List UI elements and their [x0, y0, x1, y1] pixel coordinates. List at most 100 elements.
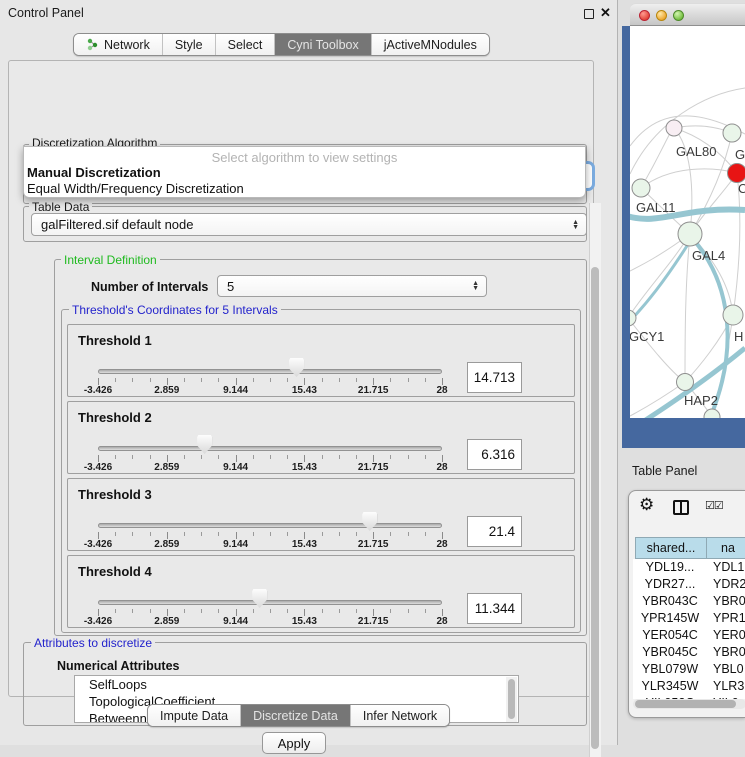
table-row[interactable]: YBR043CYBR0 — [633, 593, 745, 610]
zoom-traffic-light-icon[interactable] — [673, 10, 684, 21]
threshold-2-value-field[interactable]: 6.316 — [467, 439, 522, 470]
cell-shared-name[interactable]: YBL079W — [633, 661, 707, 678]
column-header-shared-name[interactable]: shared... — [635, 537, 707, 559]
slider-tick — [390, 455, 391, 459]
slider-tick — [408, 455, 409, 459]
tab-label: Network — [104, 38, 150, 52]
table-row[interactable]: YPR145WYPR1 — [633, 610, 745, 627]
tab-impute-data[interactable]: Impute Data — [148, 705, 241, 726]
slider-tick — [236, 609, 237, 616]
table-row[interactable]: YBR045CYBR0 — [633, 644, 745, 661]
slider-tick — [150, 378, 151, 382]
tab-label: jActiveMNodules — [384, 38, 477, 52]
slider-tick — [98, 455, 99, 462]
column-header-name[interactable]: na — [706, 537, 745, 559]
label-partial-top: GA — [735, 147, 745, 162]
slider-tick — [356, 532, 357, 536]
tab-style[interactable]: Style — [163, 34, 216, 55]
slider-tick — [184, 609, 185, 613]
threshold-4-value-field[interactable]: 11.344 — [467, 593, 522, 624]
control-panel-titlebar: Control Panel ✕ — [0, 0, 618, 26]
slider-tick — [150, 609, 151, 613]
threshold-3-value-field[interactable]: 21.4 — [467, 516, 522, 547]
close-traffic-light-icon[interactable] — [639, 10, 650, 21]
cell-name[interactable]: YER0 — [707, 627, 745, 644]
slider-tick — [287, 532, 288, 536]
list-scrollbar-thumb[interactable] — [508, 679, 515, 719]
control-panel: Control Panel ✕ Network Style Select Cyn… — [0, 0, 618, 745]
cell-shared-name[interactable]: YBR045C — [633, 644, 707, 661]
column-layout-icon[interactable] — [673, 500, 689, 515]
slider-tick — [442, 455, 443, 462]
tab-cyni-toolbox[interactable]: Cyni Toolbox — [275, 34, 371, 55]
cell-shared-name[interactable]: YPR145W — [633, 610, 707, 627]
tab-label: Cyni Toolbox — [287, 38, 358, 52]
cell-shared-name[interactable]: YDL19... — [633, 559, 707, 576]
cell-name[interactable]: YLR3 — [707, 678, 745, 695]
node-red-selected — [728, 164, 745, 183]
network-window-titlebar[interactable] — [630, 3, 745, 26]
slider-tick-label: 21.715 — [358, 462, 389, 473]
cell-name[interactable]: YDL1 — [707, 559, 745, 576]
table-row[interactable]: YDR27...YDR2 — [633, 576, 745, 593]
slider-tick — [287, 455, 288, 459]
dropdown-option-equal-width-frequency[interactable]: Equal Width/Frequency Discretization — [27, 181, 244, 196]
select-columns-icon[interactable]: ☑☑ — [705, 499, 723, 512]
tab-infer-network[interactable]: Infer Network — [351, 705, 449, 726]
label-gal80: GAL80 — [676, 144, 716, 159]
tab-discretize-data[interactable]: Discretize Data — [241, 705, 351, 726]
number-of-intervals-combobox[interactable]: 5 ▲▼ — [217, 275, 487, 297]
slider-tick-label: 2.859 — [154, 539, 179, 550]
settings-scrollbar-thumb[interactable] — [591, 267, 599, 749]
tab-jactivemnodules[interactable]: jActiveMNodules — [372, 34, 489, 55]
apply-button[interactable]: Apply — [262, 732, 326, 754]
cell-name[interactable]: YPR1 — [707, 610, 745, 627]
slider-tick — [390, 378, 391, 382]
slider-tick-label: -3.426 — [84, 616, 112, 627]
float-window-icon[interactable] — [584, 9, 594, 19]
minimize-traffic-light-icon[interactable] — [656, 10, 667, 21]
slider-tick-label: 2.859 — [154, 462, 179, 473]
cell-shared-name[interactable]: YLR345W — [633, 678, 707, 695]
slider-tick — [373, 609, 374, 616]
table-row[interactable]: YDL19...YDL1 — [633, 559, 745, 576]
attribute-list-item[interactable]: SelfLoops — [75, 676, 518, 693]
cell-name[interactable]: YBR0 — [707, 644, 745, 661]
table-row[interactable]: YLR345WYLR3 — [633, 678, 745, 695]
cell-shared-name[interactable]: YER054C — [633, 627, 707, 644]
dropdown-option-manual-discretization[interactable]: Manual Discretization — [27, 165, 161, 180]
number-of-intervals-value: 5 — [227, 279, 234, 294]
slider-tick — [339, 455, 340, 459]
cell-shared-name[interactable]: YDR27... — [633, 576, 707, 593]
table-data-combobox[interactable]: galFiltered.sif default node ▲▼ — [31, 213, 587, 236]
table-row[interactable]: YBL079WYBL0 — [633, 661, 745, 678]
cell-name[interactable]: YDR2 — [707, 576, 745, 593]
tab-select[interactable]: Select — [216, 34, 276, 55]
table-horizontal-scrollbar[interactable] — [633, 699, 745, 709]
slider-tick-label: 15.43 — [292, 385, 317, 396]
gear-icon[interactable]: ⚙ — [639, 495, 654, 515]
network-canvas[interactable]: GAL80 GA C GAL11 GAL4 GCY1 H HAP2 — [630, 26, 745, 418]
cell-name[interactable]: YBL0 — [707, 661, 745, 678]
slider-tick — [408, 609, 409, 613]
network-window-frame: GAL80 GA C GAL11 GAL4 GCY1 H HAP2 — [622, 26, 745, 448]
slider-tick-label: 28 — [436, 385, 447, 396]
slider-tick — [339, 532, 340, 536]
table-rows[interactable]: YDL19...YDL1YDR27...YDR2YBR043CYBR0YPR14… — [633, 559, 745, 699]
tab-network[interactable]: Network — [74, 34, 163, 55]
slider-tick — [167, 609, 168, 616]
cell-name[interactable]: YBR0 — [707, 593, 745, 610]
table-row[interactable]: YER054CYER0 — [633, 627, 745, 644]
table-horizontal-scrollbar-thumb[interactable] — [635, 700, 736, 708]
slider-tick — [270, 455, 271, 459]
close-icon[interactable]: ✕ — [600, 5, 611, 21]
label-partial-low: H — [734, 329, 743, 344]
bottom-tab-bar: Impute Data Discretize Data Infer Networ… — [147, 704, 450, 727]
list-scrollbar[interactable] — [506, 677, 517, 723]
cell-shared-name[interactable]: YBR043C — [633, 593, 707, 610]
node-gal11 — [632, 179, 650, 197]
network-view-window: GAL80 GA C GAL11 GAL4 GCY1 H HAP2 — [620, 3, 745, 448]
slider-tick-label: -3.426 — [84, 385, 112, 396]
threshold-1-value-field[interactable]: 14.713 — [467, 362, 522, 393]
node-gcy1 — [630, 310, 636, 326]
